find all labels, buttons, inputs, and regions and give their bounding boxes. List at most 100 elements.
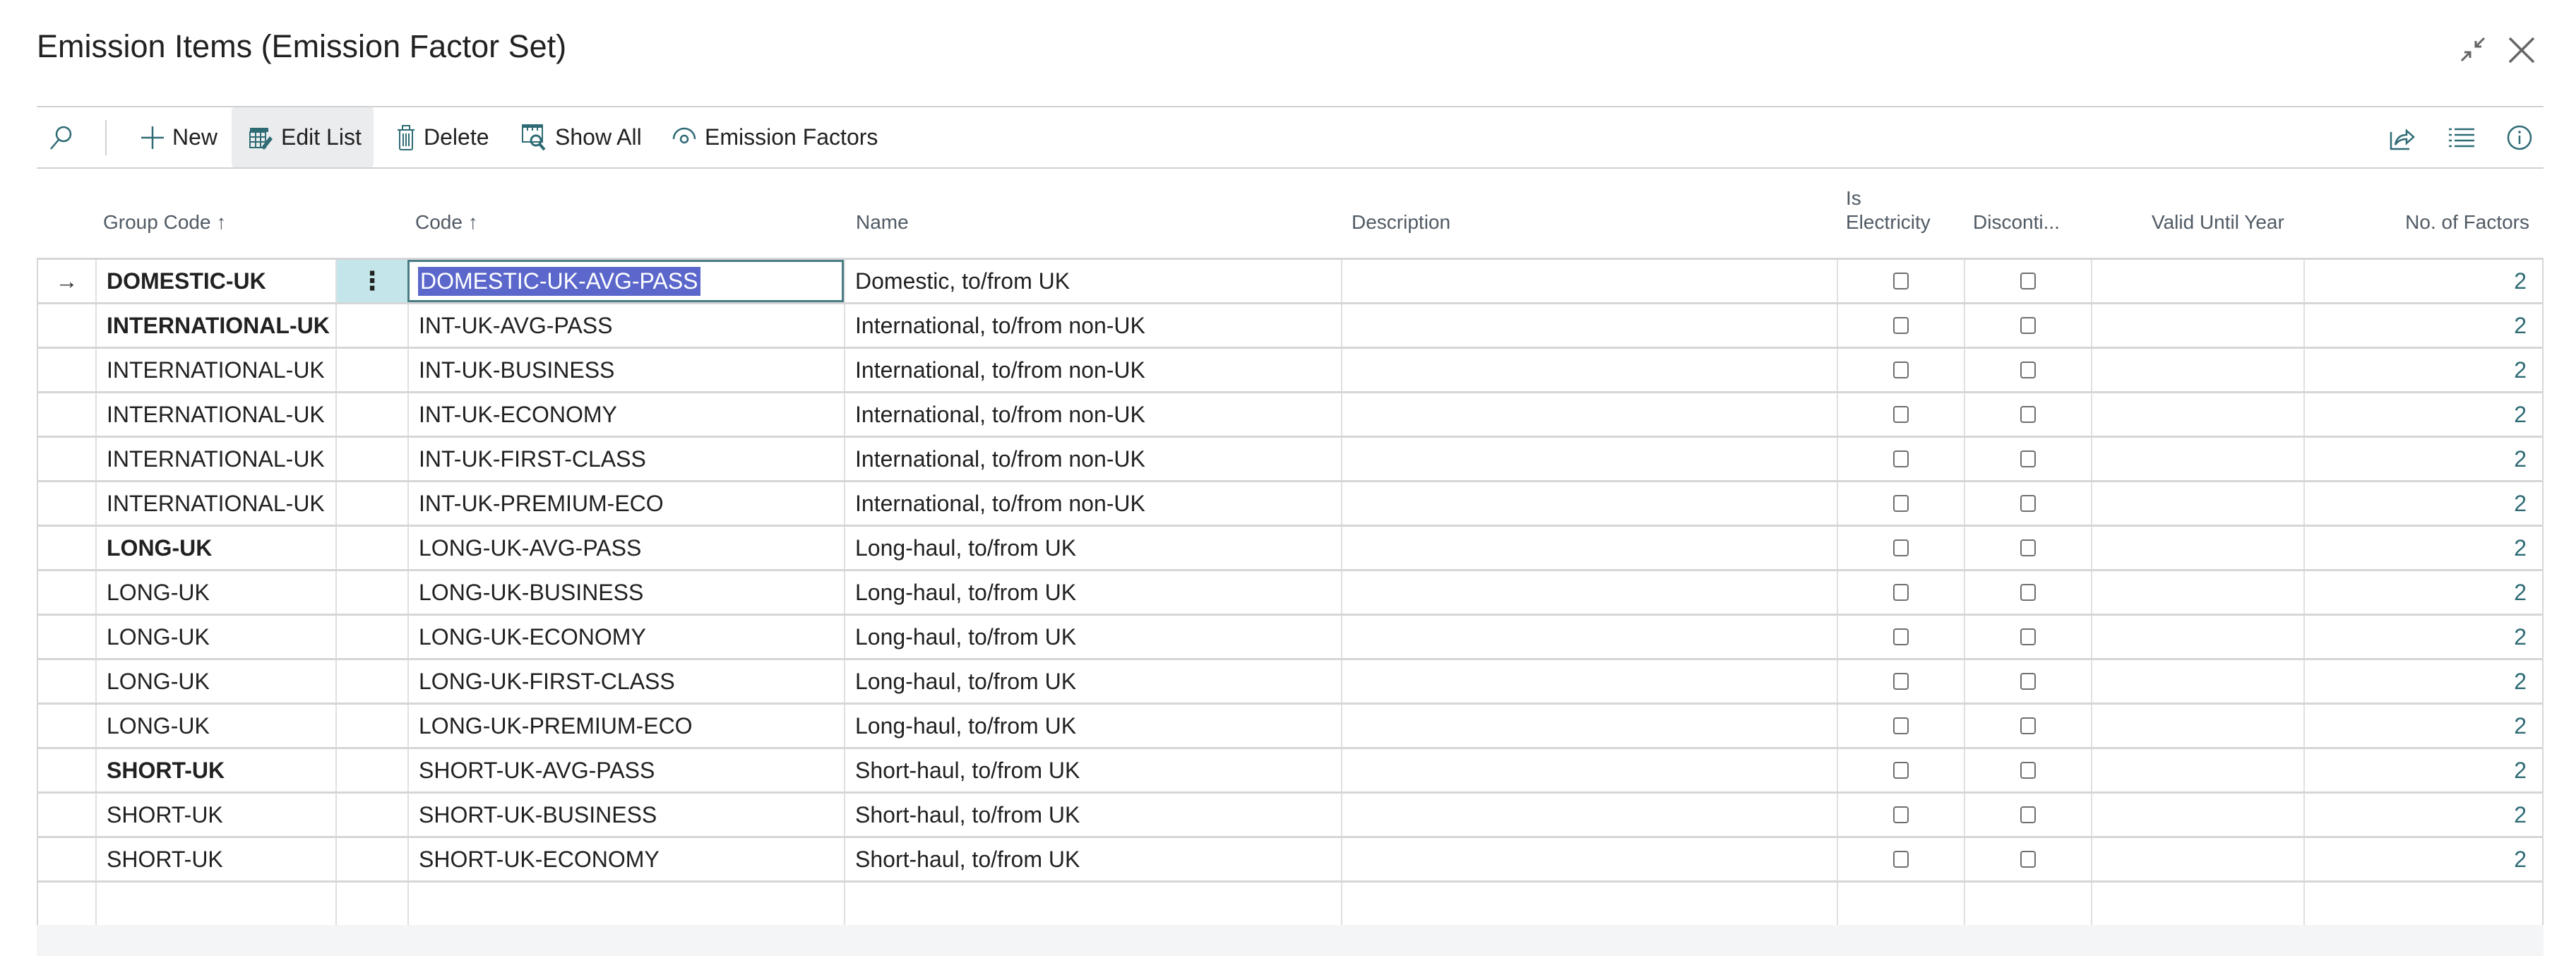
- edit-list-button[interactable]: Edit List: [232, 107, 374, 167]
- cell-no-of-factors[interactable]: 2: [2303, 705, 2544, 747]
- cell-actions[interactable]: [335, 438, 407, 480]
- collapse-button[interactable]: [2456, 32, 2490, 66]
- cell-actions[interactable]: ⋮: [335, 260, 407, 302]
- cell-is-electricity[interactable]: [1837, 749, 1964, 791]
- column-header-valid-until-year[interactable]: Valid Until Year: [2091, 191, 2303, 258]
- cell-group-code[interactable]: INTERNATIONAL-UK: [95, 482, 335, 525]
- discontinued-checkbox[interactable]: [2020, 628, 2036, 645]
- cell-is-electricity[interactable]: [1837, 838, 1964, 880]
- is-electricity-checkbox[interactable]: [1893, 717, 1909, 734]
- cell-discontinued[interactable]: [1964, 349, 2091, 391]
- column-header-description[interactable]: Description: [1352, 191, 1832, 258]
- table-row[interactable]: → DOMESTIC-UK ⋮ DOMESTIC-UK-AVG-PASS Domesti…: [37, 258, 2544, 302]
- cell-discontinued[interactable]: [1964, 571, 2091, 614]
- no-of-factors-value[interactable]: 2: [2514, 402, 2527, 428]
- close-button[interactable]: [2504, 32, 2538, 66]
- no-of-factors-value[interactable]: 2: [2514, 446, 2527, 472]
- cell-is-electricity[interactable]: [1837, 705, 1964, 747]
- is-electricity-checkbox[interactable]: [1893, 317, 1909, 334]
- cell-discontinued[interactable]: [1964, 304, 2091, 347]
- cell-description[interactable]: [1341, 349, 1837, 391]
- cell-valid-until-year[interactable]: [2091, 838, 2303, 880]
- column-header-name[interactable]: Name: [856, 191, 1336, 258]
- column-header-discontinued[interactable]: Disconti...: [1973, 191, 2093, 258]
- table-row[interactable]: LONG-UK LONG-UK-ECONOMY Long-haul, to/from…: [37, 614, 2544, 658]
- cell-valid-until-year[interactable]: [2091, 304, 2303, 347]
- is-electricity-checkbox[interactable]: [1893, 584, 1909, 601]
- cell-actions[interactable]: [335, 883, 407, 925]
- cell-is-electricity[interactable]: [1837, 660, 1964, 703]
- row-actions-icon[interactable]: ⋮: [359, 266, 385, 296]
- cell-valid-until-year[interactable]: [2091, 660, 2303, 703]
- cell-actions[interactable]: [335, 616, 407, 658]
- discontinued-checkbox[interactable]: [2020, 273, 2036, 289]
- cell-actions[interactable]: [335, 349, 407, 391]
- search-button[interactable]: [47, 107, 75, 167]
- no-of-factors-value[interactable]: 2: [2514, 268, 2527, 294]
- cell-group-code[interactable]: INTERNATIONAL-UK: [95, 304, 335, 347]
- table-row[interactable]: INTERNATIONAL-UK INT-UK-FIRST-CLASS Intern…: [37, 436, 2544, 480]
- cell-code[interactable]: INT-UK-ECONOMY: [407, 393, 844, 436]
- cell-description[interactable]: [1341, 660, 1837, 703]
- cell-description[interactable]: [1341, 393, 1837, 436]
- cell-description[interactable]: [1341, 571, 1837, 614]
- cell-code[interactable]: LONG-UK-AVG-PASS: [407, 527, 844, 569]
- cell-actions[interactable]: [335, 838, 407, 880]
- cell-group-code[interactable]: INTERNATIONAL-UK: [95, 349, 335, 391]
- cell-no-of-factors[interactable]: 2: [2303, 660, 2544, 703]
- no-of-factors-value[interactable]: 2: [2514, 758, 2527, 784]
- is-electricity-checkbox[interactable]: [1893, 273, 1909, 289]
- no-of-factors-value[interactable]: 2: [2514, 535, 2527, 561]
- cell-no-of-factors[interactable]: 2: [2303, 304, 2544, 347]
- no-of-factors-value[interactable]: 2: [2514, 713, 2527, 739]
- show-all-button[interactable]: Show All: [521, 107, 642, 167]
- cell-valid-until-year[interactable]: [2091, 749, 2303, 791]
- share-button[interactable]: [2388, 107, 2416, 167]
- cell-description[interactable]: [1341, 838, 1837, 880]
- cell-description[interactable]: [1341, 705, 1837, 747]
- cell-actions[interactable]: [335, 304, 407, 347]
- cell-no-of-factors[interactable]: 2: [2303, 749, 2544, 791]
- table-row[interactable]: LONG-UK LONG-UK-FIRST-CLASS Long-haul, to/…: [37, 658, 2544, 703]
- cell-actions[interactable]: [335, 571, 407, 614]
- discontinued-checkbox[interactable]: [2020, 717, 2036, 734]
- cell-valid-until-year[interactable]: [2091, 349, 2303, 391]
- emission-factors-button[interactable]: Emission Factors: [671, 107, 878, 167]
- cell-name[interactable]: Long-haul, to/from UK: [844, 527, 1341, 569]
- cell-description[interactable]: [1341, 616, 1837, 658]
- cell-code[interactable]: INT-UK-PREMIUM-ECO: [407, 482, 844, 525]
- cell-discontinued[interactable]: [1964, 393, 2091, 436]
- cell-no-of-factors[interactable]: 2: [2303, 349, 2544, 391]
- cell-code[interactable]: INT-UK-BUSINESS: [407, 349, 844, 391]
- cell-group-code[interactable]: LONG-UK: [95, 616, 335, 658]
- table-row[interactable]: SHORT-UK SHORT-UK-BUSINESS Short-haul, to/…: [37, 791, 2544, 836]
- cell-code[interactable]: INT-UK-AVG-PASS: [407, 304, 844, 347]
- discontinued-checkbox[interactable]: [2020, 851, 2036, 868]
- cell-group-code[interactable]: [95, 883, 335, 925]
- no-of-factors-value[interactable]: 2: [2514, 357, 2527, 383]
- cell-description[interactable]: [1341, 883, 1837, 925]
- cell-no-of-factors[interactable]: 2: [2303, 794, 2544, 836]
- cell-description[interactable]: [1341, 527, 1837, 569]
- table-row[interactable]: LONG-UK LONG-UK-PREMIUM-ECO Long-haul, to/…: [37, 703, 2544, 747]
- info-button[interactable]: [2505, 107, 2534, 167]
- cell-name[interactable]: International, to/from non-UK: [844, 482, 1341, 525]
- is-electricity-checkbox[interactable]: [1893, 495, 1909, 512]
- discontinued-checkbox[interactable]: [2020, 673, 2036, 690]
- cell-code[interactable]: SHORT-UK-AVG-PASS: [407, 749, 844, 791]
- cell-name[interactable]: Long-haul, to/from UK: [844, 660, 1341, 703]
- cell-code[interactable]: LONG-UK-ECONOMY: [407, 616, 844, 658]
- cell-name[interactable]: [844, 883, 1341, 925]
- cell-group-code[interactable]: SHORT-UK: [95, 749, 335, 791]
- cell-no-of-factors[interactable]: 2: [2303, 260, 2544, 302]
- cell-code[interactable]: [407, 883, 844, 925]
- cell-discontinued[interactable]: [1964, 794, 2091, 836]
- discontinued-checkbox[interactable]: [2020, 762, 2036, 779]
- cell-actions[interactable]: [335, 705, 407, 747]
- cell-discontinued[interactable]: [1964, 660, 2091, 703]
- discontinued-checkbox[interactable]: [2020, 539, 2036, 556]
- cell-group-code[interactable]: INTERNATIONAL-UK: [95, 393, 335, 436]
- table-row[interactable]: INTERNATIONAL-UK INT-UK-BUSINESS Internati…: [37, 347, 2544, 391]
- cell-no-of-factors[interactable]: 2: [2303, 571, 2544, 614]
- cell-actions[interactable]: [335, 393, 407, 436]
